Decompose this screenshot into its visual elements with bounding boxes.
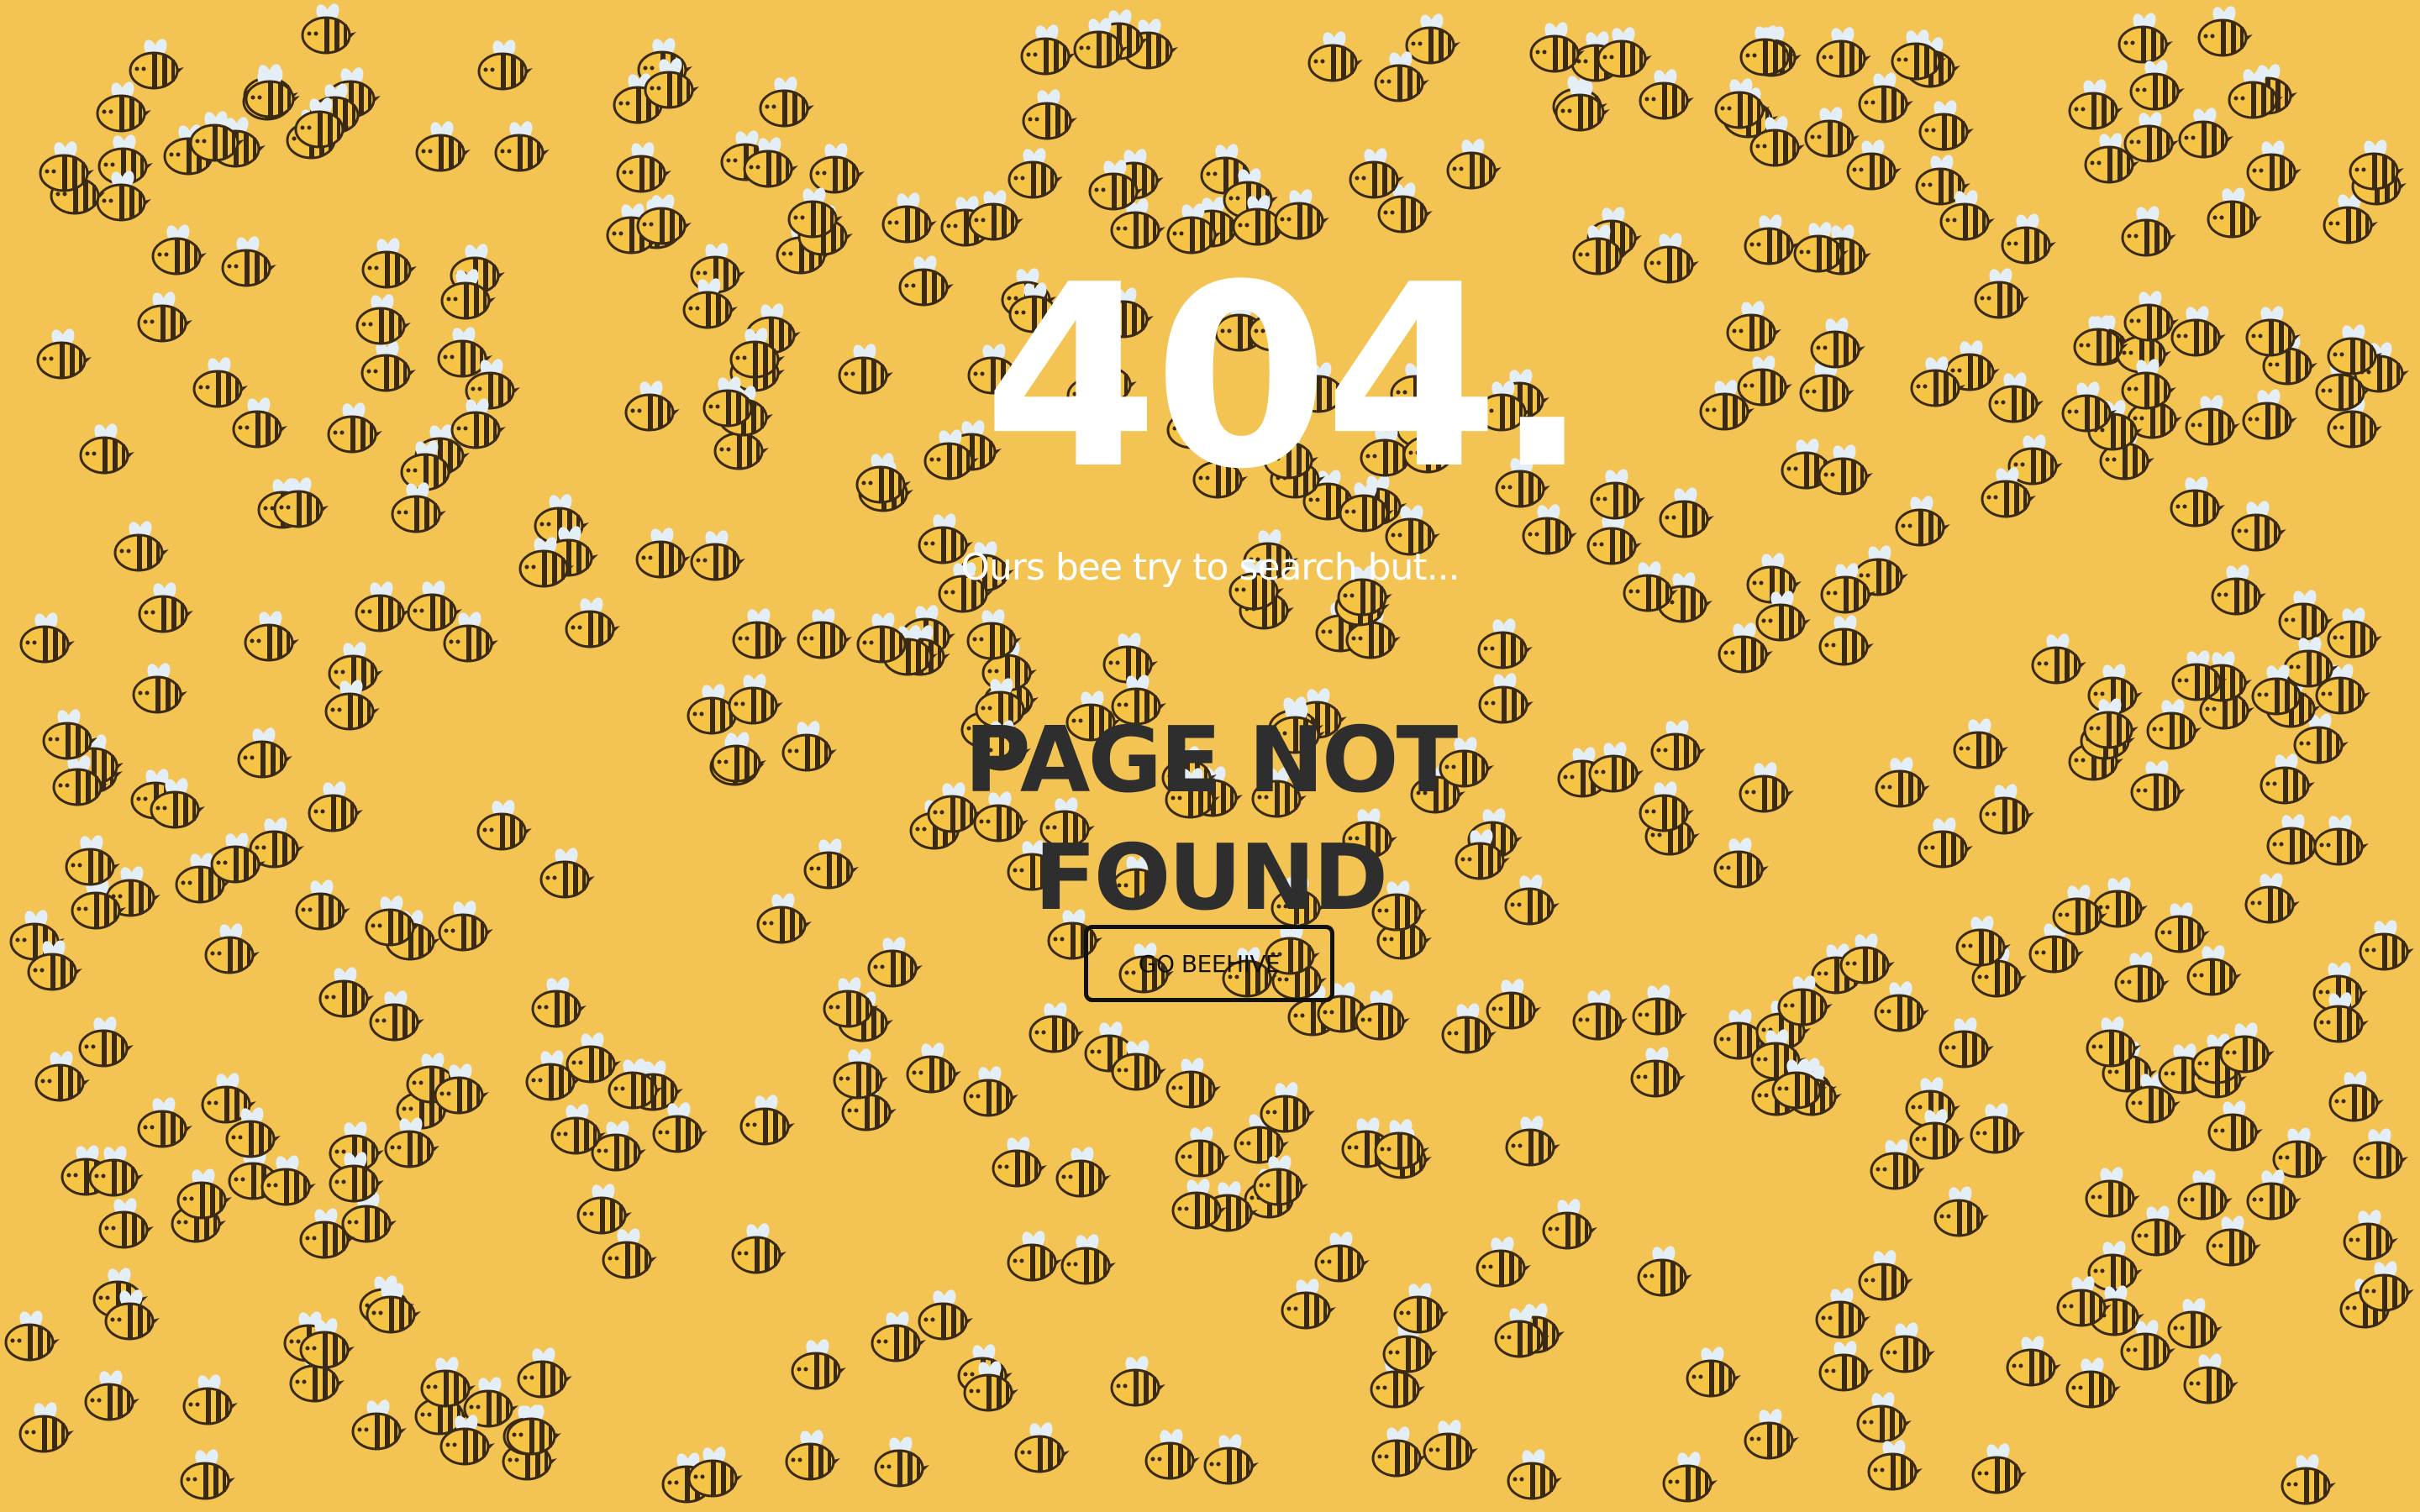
error-code: 404. (983, 231, 1590, 524)
error-subtitle: Ours bee try to search but... (960, 546, 1460, 589)
go-beehive-button[interactable]: GO BEEHIVE (1084, 925, 1334, 1002)
page-not-found-heading: PAGE NOT FOUND (964, 708, 1459, 931)
error-content: 404. Ours bee try to search but... PAGE … (0, 0, 2420, 1512)
